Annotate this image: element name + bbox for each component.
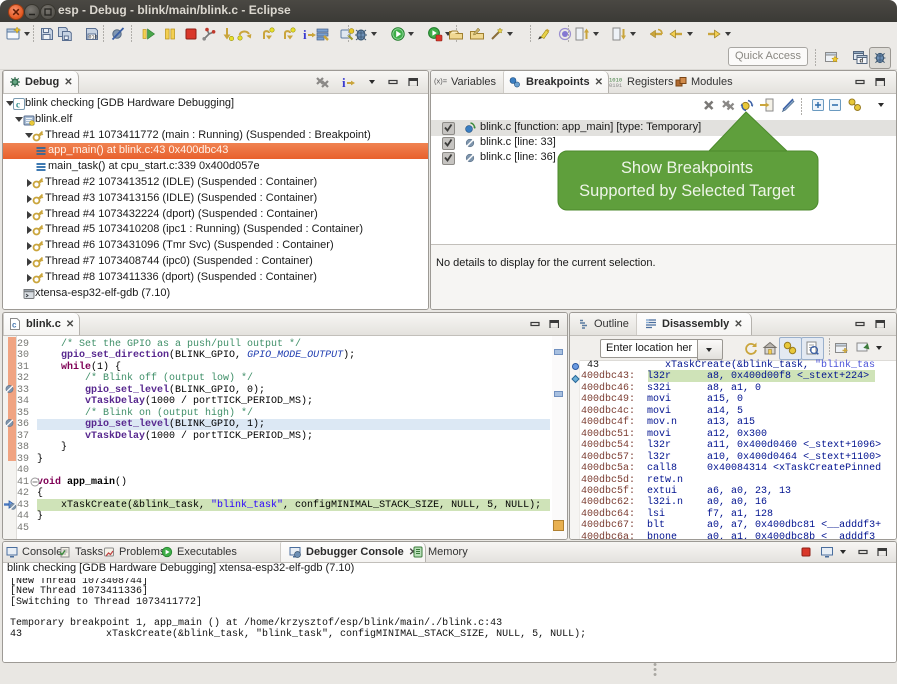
svg-text:c: c [16, 100, 20, 110]
svg-text:Supported by Selected Target: Supported by Selected Target [579, 182, 795, 200]
svg-text:i: i [342, 75, 346, 90]
svg-text:i: i [303, 27, 307, 42]
svg-text:010: 010 [89, 35, 98, 41]
svg-text:Show Breakpoints: Show Breakpoints [621, 159, 753, 177]
svg-text:0101: 0101 [609, 82, 623, 88]
svg-text:(x)=: (x)= [434, 76, 448, 85]
svg-text:c: c [12, 320, 17, 329]
svg-text:d: d [860, 59, 864, 65]
